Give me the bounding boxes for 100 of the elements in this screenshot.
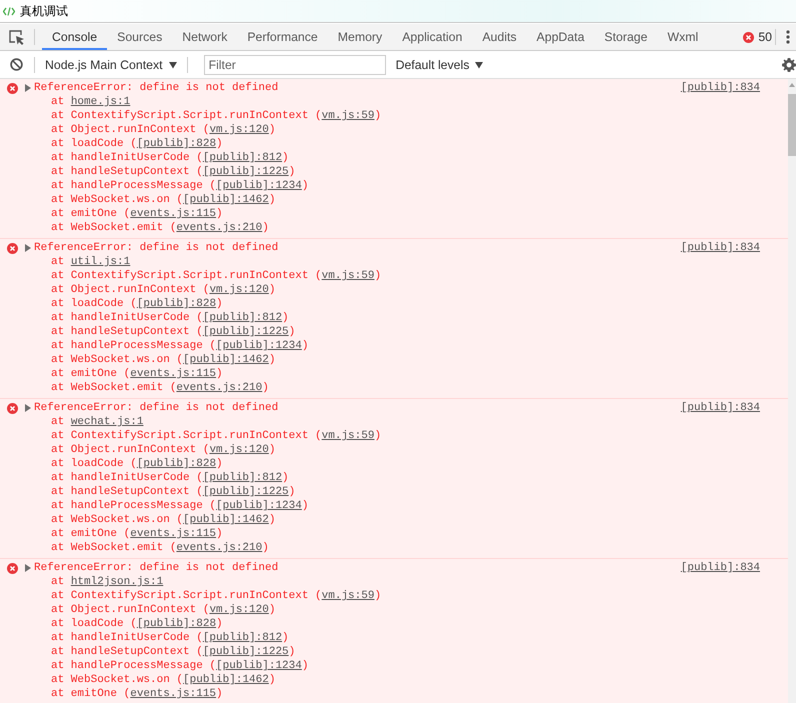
source-link[interactable]: events.js:115 <box>130 208 216 220</box>
source-link[interactable]: [publib]:812 <box>202 472 282 484</box>
stack-frame: at ContextifyScript.Script.runInContext (vm.js:59) <box>0 269 788 283</box>
expand-triangle-icon[interactable] <box>25 404 31 412</box>
stack-frame: at ContextifyScript.Script.runInContext (vm.js:59) <box>0 589 788 603</box>
source-link[interactable]: [publib]:1462 <box>183 194 269 206</box>
expand-triangle-icon[interactable] <box>25 244 31 252</box>
source-link[interactable]: [publib]:1234 <box>216 340 302 352</box>
block-icon[interactable] <box>10 58 23 71</box>
stack-frame: at emitOne (events.js:115) <box>0 687 788 701</box>
source-link[interactable]: [publib]:1225 <box>202 166 289 178</box>
stack-frame: at emitOne (events.js:115) <box>0 527 788 541</box>
source-link[interactable]: events.js:115 <box>130 688 216 700</box>
source-link[interactable]: [publib]:1462 <box>183 674 269 686</box>
error-message: ReferenceError: define is not defined <box>34 81 278 95</box>
more-menu-icon[interactable] <box>786 30 790 44</box>
source-link[interactable]: [publib]:834 <box>680 561 760 575</box>
tab[interactable]: Wxml <box>657 24 708 50</box>
tab[interactable]: Audits <box>472 24 527 50</box>
settings-icon[interactable] <box>782 58 796 72</box>
dropdown-arrow-icon <box>168 60 177 68</box>
stack-frame: at util.js:1 <box>0 255 788 269</box>
source-link[interactable]: [publib]:834 <box>680 81 760 95</box>
source-link[interactable]: vm.js:59 <box>322 110 374 122</box>
error-message: ReferenceError: define is not defined <box>34 241 278 255</box>
source-link[interactable]: [publib]:834 <box>680 401 760 415</box>
stack-frame: at handleSetupContext ([publib]:1225) <box>0 325 788 339</box>
source-link[interactable]: vm.js:59 <box>322 430 374 442</box>
source-link[interactable]: events.js:210 <box>176 382 262 394</box>
stack-frame: at emitOne (events.js:115) <box>0 207 788 221</box>
stack-frame: at ContextifyScript.Script.runInContext (vm.js:59) <box>0 109 788 123</box>
tab[interactable]: Storage <box>594 24 658 50</box>
inspect-element-icon[interactable] <box>9 30 25 44</box>
source-link[interactable]: vm.js:59 <box>322 590 374 602</box>
source-link[interactable]: [publib]:1234 <box>216 500 302 512</box>
source-link[interactable]: [publib]:1462 <box>183 514 269 526</box>
source-link[interactable]: [publib]:834 <box>680 241 760 255</box>
source-link[interactable]: vm.js:120 <box>209 124 269 136</box>
stack-frame: at handleProcessMessage ([publib]:1234) <box>0 499 788 513</box>
source-link[interactable]: events.js:210 <box>176 222 262 234</box>
stack-frame: at handleSetupContext ([publib]:1225) <box>0 485 788 499</box>
stack-frame: at loadCode ([publib]:828) <box>0 457 788 471</box>
tab[interactable]: Network <box>172 24 238 50</box>
source-link[interactable]: [publib]:1462 <box>183 354 269 366</box>
source-link[interactable]: [publib]:812 <box>202 632 282 644</box>
source-link[interactable]: events.js:115 <box>130 528 216 540</box>
stack-frame: at WebSocket.ws.on ([publib]:1462) <box>0 673 788 687</box>
source-link[interactable]: wechat.js:1 <box>70 416 144 428</box>
stack-frame: at WebSocket.ws.on ([publib]:1462) <box>0 513 788 527</box>
source-link[interactable]: [publib]:828 <box>136 618 216 630</box>
source-link[interactable]: [publib]:1225 <box>202 486 289 498</box>
source-link[interactable]: [publib]:1225 <box>202 326 289 338</box>
stack-frame: at handleProcessMessage ([publib]:1234) <box>0 179 788 193</box>
stack-frame: at wechat.js:1 <box>0 415 788 429</box>
scrollbar-thumb[interactable] <box>788 94 796 156</box>
stack-frame: at WebSocket.ws.on ([publib]:1462) <box>0 353 788 367</box>
error-icon <box>7 82 18 94</box>
error-message: ReferenceError: define is not defined <box>34 561 278 575</box>
source-link[interactable]: [publib]:1234 <box>216 180 302 192</box>
source-link[interactable]: home.js:1 <box>70 96 130 108</box>
stack-frame: at WebSocket.emit (events.js:210) <box>0 221 788 235</box>
source-link[interactable]: vm.js:59 <box>322 270 374 282</box>
tab[interactable]: Sources <box>107 24 172 50</box>
window-title: 真机调试 <box>20 2 68 20</box>
filter-field[interactable]: Filter <box>204 54 386 74</box>
source-link[interactable]: [publib]:812 <box>202 152 282 164</box>
stack-frame: at handleSetupContext ([publib]:1225) <box>0 645 788 659</box>
dropdown-arrow-icon <box>475 60 484 68</box>
stack-frame: at handleSetupContext ([publib]:1225) <box>0 165 788 179</box>
tab[interactable]: Performance <box>237 24 328 50</box>
source-link[interactable]: events.js:115 <box>130 368 216 380</box>
source-link[interactable]: [publib]:812 <box>202 312 282 324</box>
expand-triangle-icon[interactable] <box>25 84 31 92</box>
source-link[interactable]: html2json.js:1 <box>70 576 164 588</box>
tab[interactable]: AppData <box>526 24 594 50</box>
error-icon <box>7 242 18 254</box>
source-link[interactable]: events.js:210 <box>176 542 262 554</box>
context-dropdown[interactable]: Node.js Main Context <box>43 58 179 72</box>
source-link[interactable]: vm.js:120 <box>209 284 269 296</box>
expand-triangle-icon[interactable] <box>25 564 31 572</box>
levels-dropdown[interactable]: Default levels <box>394 58 486 72</box>
source-link[interactable]: vm.js:120 <box>209 444 269 456</box>
tab[interactable]: Application <box>392 24 472 50</box>
stack-frame: at loadCode ([publib]:828) <box>0 297 788 311</box>
stack-frame: at Object.runInContext (vm.js:120) <box>0 603 788 617</box>
source-link[interactable]: [publib]:828 <box>136 298 216 310</box>
source-link[interactable]: [publib]:1225 <box>202 646 289 658</box>
source-link[interactable]: [publib]:828 <box>136 458 216 470</box>
error-icon <box>7 402 18 414</box>
stack-frame: at emitOne (events.js:115) <box>0 367 788 381</box>
source-link[interactable]: vm.js:120 <box>209 604 269 616</box>
source-link[interactable]: [publib]:1234 <box>216 660 302 672</box>
stack-frame: at WebSocket.emit (events.js:210) <box>0 381 788 395</box>
stack-frame: at handleInitUserCode ([publib]:812) <box>0 311 788 325</box>
error-count[interactable]: 50 <box>758 30 772 44</box>
source-link[interactable]: util.js:1 <box>70 256 130 268</box>
tab[interactable]: Memory <box>328 24 392 50</box>
source-link[interactable]: [publib]:828 <box>136 138 216 150</box>
stack-frame: at handleInitUserCode ([publib]:812) <box>0 631 788 645</box>
error-icon <box>7 562 18 574</box>
